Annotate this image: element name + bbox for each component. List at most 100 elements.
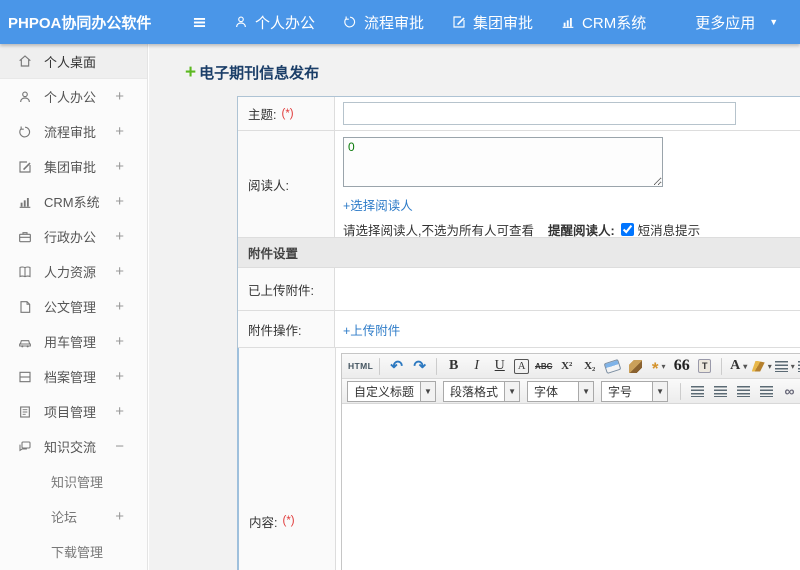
expand-toggle-icon[interactable]: + (115, 368, 124, 385)
expand-toggle-icon[interactable]: − (115, 438, 124, 455)
publish-form: 主题: (*) 阅读人: 0 +选择阅读人 请选择阅读人,不选为所有人可查看 提… (237, 96, 800, 570)
app-logo: PHPOA协同办公软件 (8, 14, 152, 32)
sidebar-item-label: 用车管理 (44, 335, 97, 350)
book-icon (17, 264, 33, 280)
sidebar-item-admin-office[interactable]: 行政办公 + (0, 219, 147, 254)
edit-icon (451, 14, 467, 30)
expand-toggle-icon[interactable]: + (115, 333, 124, 350)
sidebar-item-personal-desktop[interactable]: 个人桌面 (0, 44, 147, 79)
readers-hint: 请选择阅读人,不选为所有人可查看 (343, 224, 534, 238)
upload-attachment-link[interactable]: +上传附件 (343, 320, 400, 339)
expand-toggle-icon[interactable]: + (115, 263, 124, 280)
chevron-down-icon[interactable]: ▼ (504, 381, 520, 401)
sidebar-item-project-mgmt[interactable]: 项目管理 + (0, 394, 147, 429)
readers-label: 阅读人: (248, 178, 289, 193)
sidebar-item-document-mgmt[interactable]: 公文管理 + (0, 289, 147, 324)
font-size-select[interactable]: 字号 ▼ (601, 380, 669, 402)
italic-button[interactable]: I (466, 356, 487, 377)
required-mark: (*) (281, 107, 294, 120)
undo-icon[interactable]: ↶ (386, 356, 407, 377)
highlight-color-button[interactable] (751, 356, 772, 377)
auto-typeset-icon[interactable] (648, 356, 669, 377)
align-right-button[interactable] (733, 381, 754, 402)
attachment-operation-label: 附件操作: (248, 323, 302, 338)
nav-crm-system[interactable]: CRM系统 (560, 12, 646, 33)
expand-toggle-icon[interactable]: + (115, 158, 124, 175)
select-readers-link[interactable]: +选择阅读人 (343, 195, 413, 214)
main-content: + 电子期刊信息发布 主题: (*) 阅读人: 0 +选择阅读人 请选择阅读人,… (149, 44, 800, 570)
nav-personal-office[interactable]: 个人办公 (233, 12, 315, 33)
underline-button[interactable]: U (489, 356, 510, 377)
chevron-down-icon[interactable]: ▼ (420, 381, 436, 401)
expand-toggle-icon[interactable]: + (115, 123, 124, 140)
nav-item-label: CRM系统 (582, 14, 647, 32)
uploaded-attachments-row: 已上传附件: (238, 268, 800, 311)
sidebar-item-crm-system[interactable]: CRM系统 + (0, 184, 147, 219)
redo-icon[interactable]: ↷ (409, 356, 430, 377)
editor-content-area[interactable] (342, 404, 800, 570)
readers-textarea[interactable]: 0 (343, 137, 663, 187)
sidebar-item-group-approval[interactable]: 集团审批 + (0, 149, 147, 184)
expand-toggle-icon[interactable]: + (115, 508, 124, 525)
sidebar-item-personal-office[interactable]: 个人办公 + (0, 79, 147, 114)
eraser-icon[interactable] (602, 356, 623, 377)
editor-toolbar-row2: 自定义标题 ▼ 段落格式 ▼ 字体 ▼ 字号 ▼ ∞ (342, 379, 800, 404)
expand-toggle-icon[interactable]: + (115, 403, 124, 420)
paragraph-format-select[interactable]: 段落格式 ▼ (443, 380, 521, 402)
readers-row: 阅读人: 0 +选择阅读人 请选择阅读人,不选为所有人可查看 提醒阅读人: 短消… (238, 131, 800, 238)
sidebar-item-workflow-approval[interactable]: 流程审批 + (0, 114, 147, 149)
nav-group-approval[interactable]: 集团审批 (451, 12, 533, 33)
source-code-button[interactable]: HTML (348, 356, 373, 377)
strikethrough-button[interactable]: ABC (533, 356, 554, 377)
nav-item-label: 更多应用 (695, 14, 756, 32)
align-left-button[interactable] (687, 381, 708, 402)
font-color-button[interactable]: A (728, 356, 749, 377)
archive-icon (17, 369, 33, 385)
ordered-list-button[interactable] (774, 356, 795, 377)
superscript-button[interactable]: X² (556, 356, 577, 377)
sidebar-item-vehicle-mgmt[interactable]: 用车管理 + (0, 324, 147, 359)
align-justify-button[interactable] (756, 381, 777, 402)
nav-workflow-approval[interactable]: 流程审批 (342, 12, 424, 33)
nav-item-label: 集团审批 (473, 14, 534, 32)
chevron-down-icon[interactable]: ▼ (578, 381, 594, 401)
format-brush-icon[interactable] (625, 356, 646, 377)
chevron-down-icon[interactable]: ▼ (652, 381, 668, 401)
nav-more-apps[interactable]: 更多应用 (673, 12, 755, 33)
attachment-operation-row: 附件操作: +上传附件 (238, 311, 800, 348)
sidebar-item-archive-mgmt[interactable]: 档案管理 + (0, 359, 147, 394)
project-icon (17, 404, 33, 420)
custom-title-select[interactable]: 自定义标题 ▼ (347, 380, 437, 402)
sms-notify-label: 短消息提示 (637, 224, 701, 238)
blockquote-button[interactable]: 66 (671, 356, 692, 377)
attachment-section-title: 附件设置 (248, 247, 299, 261)
expand-toggle-icon[interactable]: + (115, 193, 124, 210)
plus-icon: + (185, 61, 197, 83)
expand-toggle-icon[interactable]: + (115, 298, 124, 315)
hamburger-menu-icon[interactable] (190, 13, 209, 32)
sidebar-item-download-mgmt[interactable]: 下载管理 (0, 534, 147, 569)
edit-icon (17, 159, 33, 175)
sms-checkbox[interactable] (620, 223, 634, 236)
bold-button[interactable]: B (443, 356, 464, 377)
subject-input[interactable] (343, 102, 736, 125)
chevron-down-icon[interactable]: ▼ (769, 17, 778, 27)
font-border-button[interactable]: A (514, 358, 530, 374)
paste-text-icon[interactable] (694, 356, 715, 377)
insert-link-button[interactable] (779, 381, 800, 402)
sidebar-item-forum[interactable]: 论坛 + (0, 499, 147, 534)
expand-toggle-icon[interactable]: + (115, 88, 124, 105)
subscript-button[interactable]: X₂ (579, 356, 600, 377)
sidebar-item-label: 集团审批 (44, 160, 97, 175)
align-center-button[interactable] (710, 381, 731, 402)
sidebar-item-knowledge-mgmt[interactable]: 知识管理 (0, 464, 147, 499)
sidebar-item-human-resources[interactable]: 人力资源 + (0, 254, 147, 289)
app-header: PHPOA协同办公软件 个人办公 流程审批 集团审批 CRM系统 更多应用 ▼ (0, 0, 800, 44)
user-icon (17, 89, 33, 105)
toolbar-separator (436, 357, 438, 375)
content-row: 内容: (*) HTML↶↷BIUAABCX²X₂66A 自定义标题 ▼ (237, 348, 800, 570)
font-family-select[interactable]: 字体 ▼ (527, 380, 595, 402)
briefcase-icon (17, 229, 33, 245)
expand-toggle-icon[interactable]: + (115, 228, 124, 245)
sidebar-item-knowledge-exchange[interactable]: 知识交流 − (0, 429, 147, 464)
